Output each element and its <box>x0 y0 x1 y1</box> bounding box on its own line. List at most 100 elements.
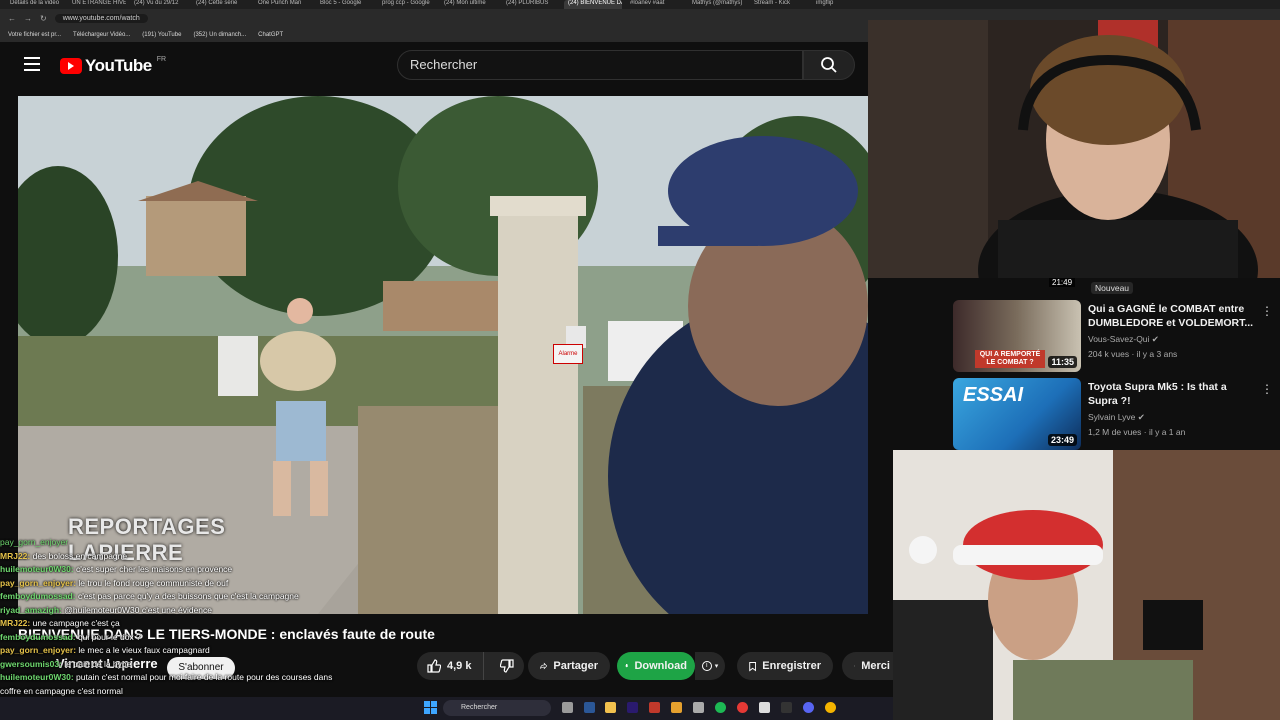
chat-message: huilemoteur0W30: c'est super cher les ma… <box>0 563 420 577</box>
chat-username[interactable]: gwersoumis03: <box>0 659 64 669</box>
thumbs-down-icon <box>499 659 514 673</box>
chat-message: riyad_amazigh: @huilemoteur0W30 c'est un… <box>0 604 420 618</box>
chat-message: femboydumossad: qui pour le dox ? <box>0 631 420 645</box>
bookmark-item[interactable]: Téléchargeur Vidéo... <box>73 32 130 38</box>
chat-username[interactable]: femboydumossad: <box>0 632 78 642</box>
url-field[interactable]: www.youtube.com/watch <box>54 13 148 23</box>
chat-text: le trou le fond rouge communiste de ouf <box>78 577 229 588</box>
search-button[interactable] <box>803 50 855 80</box>
video-duration: 11:35 <box>1048 356 1077 368</box>
bookmark-item[interactable]: (191) YouTube <box>142 32 181 38</box>
terminal-icon[interactable] <box>781 702 792 713</box>
browser-tab[interactable]: Stream - Kick <box>750 0 808 9</box>
browser-tab-active[interactable]: (24) BIENVENUE DANS <box>564 0 622 9</box>
like-button[interactable]: 4,9 k <box>417 652 484 680</box>
chat-username[interactable]: riyad_amazigh: <box>0 605 64 615</box>
download-options-button[interactable]: i ▾ <box>695 652 725 680</box>
download-button[interactable]: Download <box>617 652 695 680</box>
youtube-wordmark: YouTube <box>85 56 152 75</box>
more-options-icon[interactable]: ⋮ <box>1261 304 1273 318</box>
chat-username[interactable]: MRJ22: <box>0 618 33 628</box>
browser-tab[interactable]: (24) Vu du 29/12 <box>130 0 188 9</box>
search-input[interactable]: Rechercher <box>397 50 803 80</box>
chat-message: gwersoumis03: le train de la hype <box>0 658 420 672</box>
chat-username[interactable]: huilemoteur0W30: <box>0 564 76 574</box>
share-button[interactable]: Partager <box>528 652 610 680</box>
video-thumbnail: QUI A REMPORTÉ LE COMBAT ? 11:35 <box>953 300 1081 372</box>
chat-text: une campagne c'est ça <box>32 618 120 628</box>
task-view-icon[interactable] <box>562 702 573 713</box>
like-dislike-group: 4,9 k <box>417 652 524 680</box>
thanks-label: Merci <box>861 660 890 672</box>
browser-tab[interactable]: (24) PLURIBUS <box>502 0 560 9</box>
chat-text: le train de la hype <box>64 658 132 669</box>
chat-text: c'est pas parce qu'y a des buissons que … <box>77 591 299 601</box>
bookmark-item[interactable]: ChatGPT <box>258 32 283 38</box>
app-icon[interactable] <box>759 702 770 713</box>
premiere-icon[interactable] <box>627 702 638 713</box>
chat-username[interactable]: huilemoteur0W30: <box>0 672 76 682</box>
chat-username[interactable]: femboydumossad: <box>0 591 78 601</box>
recommended-video-title[interactable]: Qui a GAGNÉ le COMBAT entre DUMBLEDORE e… <box>1088 302 1258 330</box>
youtube-logo[interactable]: YouTube FR <box>60 56 166 76</box>
obs-icon[interactable] <box>693 702 704 713</box>
chat-username[interactable]: pay_gorn_enjoyer: <box>0 645 78 655</box>
file-explorer-icon[interactable] <box>605 702 616 713</box>
bookmark-item[interactable]: (352) Un dimanch... <box>193 32 246 38</box>
chat-username[interactable]: MRJ22: <box>0 551 33 561</box>
browser-tab[interactable]: prog ccp - Google <box>378 0 436 9</box>
chrome-icon[interactable] <box>825 702 836 713</box>
dislike-button[interactable] <box>490 652 524 680</box>
recommended-video[interactable]: ESSAI 23:49 Toyota Supra Mk5 : Is that a… <box>953 378 1273 452</box>
browser-tab[interactable]: (24) Mon ultime <box>440 0 498 9</box>
browser-tab-strip: Détails de la vidéo UN ÉTRANGE HIVE (24)… <box>0 0 1280 9</box>
bookmarks-bar: Votre fichier est pr... Téléchargeur Vid… <box>0 27 870 42</box>
chat-message: pay_gorn_enjoyer <box>0 536 420 550</box>
chat-username[interactable]: pay_gorn_enjoyer: <box>0 578 78 588</box>
verified-icon: ✔ <box>1151 334 1159 344</box>
youtube-header: YouTube FR Rechercher <box>0 42 870 90</box>
browser-tab[interactable]: One Punch Man <box>254 0 312 9</box>
forward-icon[interactable]: → <box>24 14 32 23</box>
browser-tab[interactable]: Mathys (@mathys) <box>688 0 746 9</box>
recommended-channel[interactable]: Vous-Savez-Qui ✔ <box>1088 334 1159 345</box>
recommendations-panel: 21:49 Nouveau QUI A REMPORTÉ LE COMBAT ?… <box>943 278 1280 450</box>
recommended-meta: 204 k vues · il y a 3 ans <box>1088 349 1178 359</box>
app-icon[interactable] <box>671 702 682 713</box>
info-icon: i <box>701 661 712 671</box>
browser-tab[interactable]: (24) Cette série <box>192 0 250 9</box>
discord-icon[interactable] <box>803 702 814 713</box>
browser-tab[interactable]: Détails de la vidéo <box>6 0 64 9</box>
verified-icon: ✔ <box>1137 412 1145 422</box>
chat-message: pay_gorn_enjoyer: le trou le fond rouge … <box>0 577 420 591</box>
browser-tab[interactable]: imgflip <box>812 0 870 9</box>
app-icon[interactable] <box>737 702 748 713</box>
browser-tab[interactable]: Bloc 5 - Google <box>316 0 374 9</box>
like-count: 4,9 k <box>447 660 472 672</box>
thumbs-up-icon <box>427 659 441 673</box>
chat-message: MRJ22: des boloss en campagne <box>0 550 420 564</box>
browser-tab[interactable]: UN ÉTRANGE HIVE <box>68 0 126 9</box>
recommended-video-title[interactable]: Toyota Supra Mk5 : Is that a Supra ?! <box>1088 380 1258 408</box>
chat-text: des boloss en campagne <box>32 550 128 561</box>
webcam-feed-streamer <box>868 20 1280 278</box>
chat-message: pay_gorn_enjoyer: le mec a le vieux faux… <box>0 644 420 658</box>
opera-icon[interactable] <box>649 702 660 713</box>
taskbar-search[interactable]: Rechercher <box>443 700 551 716</box>
browser-tab[interactable]: #loanev #aat <box>626 0 684 9</box>
hamburger-menu-icon[interactable] <box>24 57 40 71</box>
chat-text: pay_gorn_enjoyer <box>0 537 69 547</box>
back-icon[interactable]: ← <box>8 14 16 23</box>
webcam-image <box>868 20 1280 278</box>
save-button[interactable]: Enregistrer <box>737 652 833 680</box>
bookmark-item[interactable]: Votre fichier est pr... <box>8 32 61 38</box>
recommended-video[interactable]: QUI A REMPORTÉ LE COMBAT ? 11:35 Qui a G… <box>953 300 1273 374</box>
reload-icon[interactable]: ↻ <box>40 14 47 23</box>
spotify-icon[interactable] <box>715 702 726 713</box>
more-options-icon[interactable]: ⋮ <box>1261 382 1273 396</box>
photoshop-icon[interactable] <box>584 702 595 713</box>
chat-message: coffre en campagne c'est normal <box>0 685 420 699</box>
windows-start-icon[interactable] <box>424 701 437 714</box>
recommended-channel[interactable]: Sylvain Lyve ✔ <box>1088 412 1145 423</box>
chat-text: c'est super cher les maisons en provence <box>76 564 233 574</box>
